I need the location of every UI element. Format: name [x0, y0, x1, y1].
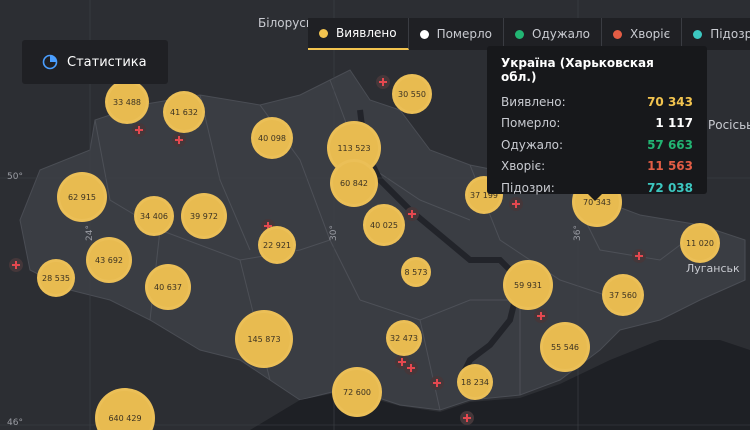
grid-label-lon36: 36° — [572, 225, 583, 241]
clock-pie-icon — [42, 54, 58, 70]
tab-detected[interactable]: Виявлено — [308, 18, 409, 50]
hospital-marker-icon[interactable] — [405, 207, 419, 221]
statistics-button-label: Статистика — [67, 54, 147, 70]
tooltip-row-detected: Виявлено: 70 343 — [501, 91, 693, 113]
hospital-marker-icon[interactable] — [509, 197, 523, 211]
place-label-russia: Росісьь — [708, 118, 750, 132]
tooltip-row-value: 70 343 — [647, 94, 693, 109]
hospital-marker-icon[interactable] — [9, 258, 23, 272]
tooltip-row-recovered: Одужало: 57 663 — [501, 134, 693, 156]
tab-label: Одужало — [532, 27, 591, 41]
tooltip-row-label: Виявлено: — [501, 94, 566, 109]
region-bubble[interactable]: 145 873 — [235, 310, 293, 368]
region-bubble[interactable]: 72 600 — [332, 367, 382, 417]
region-bubble[interactable]: 28 535 — [37, 259, 75, 297]
tooltip-row-value: 11 563 — [647, 159, 693, 174]
tooltip-row-label: Хворіє: — [501, 159, 546, 174]
tooltip-row-value: 1 117 — [655, 116, 693, 131]
region-bubble[interactable]: 40 098 — [251, 117, 293, 159]
region-bubble[interactable]: 37 560 — [602, 274, 644, 316]
region-bubble[interactable]: 40 025 — [363, 204, 405, 246]
region-bubble[interactable]: 18 234 — [457, 364, 493, 400]
tab-dot — [613, 29, 623, 39]
hospital-marker-icon[interactable] — [534, 309, 548, 323]
hospital-marker-icon[interactable] — [132, 123, 146, 137]
place-label-belarus: Білорусь — [258, 16, 313, 30]
region-bubble[interactable]: 40 637 — [145, 264, 191, 310]
region-bubble[interactable]: 8 573 — [401, 257, 431, 287]
region-bubble[interactable]: 33 488 — [105, 80, 149, 124]
region-bubble[interactable]: 30 550 — [392, 74, 432, 114]
tooltip-row-deaths: Померло: 1 117 — [501, 113, 693, 135]
place-label-luhansk: Луганськ — [686, 262, 740, 275]
tab-label: Підозри — [710, 27, 750, 41]
grid-label-lon24: 24° — [84, 225, 95, 241]
tab-dot — [693, 29, 703, 39]
region-bubble[interactable]: 62 915 — [57, 172, 107, 222]
tab-dot — [515, 29, 524, 39]
hospital-marker-icon[interactable] — [404, 361, 418, 375]
tooltip-row-value: 57 663 — [647, 137, 693, 152]
grid-label-lon30: 30° — [328, 225, 339, 241]
tab-label: Виявлено — [336, 26, 397, 40]
hospital-marker-icon[interactable] — [430, 376, 444, 390]
region-bubble[interactable]: 55 546 — [540, 322, 590, 372]
map-view[interactable]: Білорусь Росісьь Луганськ 50° 46° 24° 30… — [0, 0, 750, 430]
hospital-marker-icon[interactable] — [460, 411, 474, 425]
tooltip-row-label: Одужало: — [501, 137, 564, 152]
region-bubble[interactable]: 11 020 — [680, 223, 720, 263]
tooltip-row-value: 72 038 — [647, 180, 693, 195]
region-tooltip: Україна (Харьковская обл.) Виявлено: 70 … — [487, 46, 707, 201]
tab-label: Хворіє — [630, 27, 671, 41]
hospital-marker-icon[interactable] — [632, 249, 646, 263]
region-bubble[interactable]: 43 692 — [86, 237, 132, 283]
hospital-marker-icon[interactable] — [376, 75, 390, 89]
grid-label-lat46: 46° — [7, 418, 23, 428]
tooltip-row-label: Померло: — [501, 116, 561, 131]
region-bubble[interactable]: 32 473 — [386, 320, 422, 356]
region-bubble[interactable]: 34 406 — [134, 196, 174, 236]
region-bubble[interactable]: 41 632 — [163, 91, 205, 133]
tooltip-title: Україна (Харьковская обл.) — [501, 56, 654, 84]
region-bubble[interactable]: 60 842 — [330, 159, 378, 207]
hospital-marker-icon[interactable] — [172, 133, 186, 147]
tab-dot — [319, 28, 328, 38]
statistics-button[interactable]: Статистика — [22, 40, 168, 84]
tab-label: Померло — [436, 27, 492, 41]
tooltip-row-suspected: Підозри: 72 038 — [501, 177, 693, 199]
tooltip-row-sick: Хворіє: 11 563 — [501, 156, 693, 178]
grid-label-lat50: 50° — [7, 172, 23, 182]
region-bubble[interactable]: 59 931 — [503, 260, 553, 310]
region-bubble[interactable]: 39 972 — [181, 193, 227, 239]
tooltip-row-label: Підозри: — [501, 180, 555, 195]
tab-dot — [419, 29, 429, 39]
region-bubble[interactable]: 22 921 — [258, 226, 296, 264]
